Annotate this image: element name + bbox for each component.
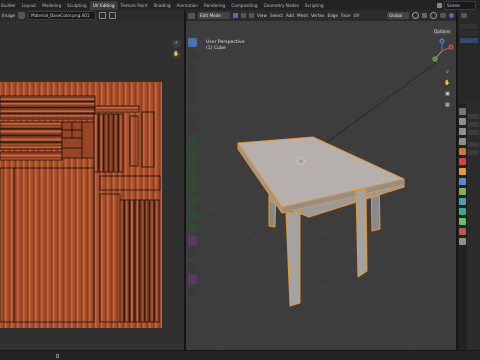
- material-props-icon[interactable]: [459, 228, 466, 235]
- tab-animation[interactable]: Animation: [174, 1, 201, 10]
- image-name-field[interactable]: Material_BaseColor.png.001: [28, 11, 97, 20]
- axis-gizmo[interactable]: Z X Y: [430, 38, 454, 64]
- tab-uv-editing[interactable]: UV Editing: [89, 0, 118, 10]
- workspace-bar: Builder Layout Modeling Sculpting UV Edi…: [0, 0, 480, 10]
- transform-orientation-dropdown[interactable]: Global: [387, 12, 409, 19]
- snap-icon[interactable]: [422, 13, 427, 18]
- pan-hand-icon[interactable]: ✋: [443, 79, 452, 88]
- scene-selector[interactable]: Scene: [444, 0, 476, 10]
- outliner: [458, 10, 480, 102]
- menu-edge[interactable]: Edge: [327, 13, 338, 18]
- outliner-row[interactable]: [460, 24, 478, 29]
- outliner-row[interactable]: [460, 31, 478, 36]
- zoom-icon[interactable]: ⌕: [172, 39, 181, 48]
- property-field[interactable]: [468, 142, 479, 147]
- menu-mesh[interactable]: Mesh: [297, 13, 308, 18]
- image-browse-icon[interactable]: [18, 12, 26, 19]
- property-field[interactable]: [468, 130, 479, 135]
- mouse-select-icon: [56, 354, 59, 358]
- pin-icon[interactable]: [99, 12, 107, 19]
- texture-props-icon[interactable]: [459, 238, 466, 245]
- editor-type-icon[interactable]: [188, 12, 195, 19]
- tab-compositing[interactable]: Compositing: [228, 1, 260, 10]
- overlay-icon[interactable]: [440, 13, 446, 18]
- tab-texture-paint[interactable]: Texture Paint: [118, 1, 151, 10]
- face-select-icon[interactable]: [249, 13, 254, 18]
- tab-layout[interactable]: Layout: [19, 1, 39, 10]
- modifier-props-icon[interactable]: [459, 178, 466, 185]
- particles-props-icon[interactable]: [459, 188, 466, 195]
- object-props-icon[interactable]: [459, 168, 466, 175]
- pan-hand-icon[interactable]: ✋: [172, 50, 181, 59]
- property-field[interactable]: [468, 150, 479, 155]
- data-props-icon[interactable]: [459, 218, 466, 225]
- mode-dropdown[interactable]: Edit Mode: [198, 12, 230, 19]
- outliner-row[interactable]: [460, 38, 478, 43]
- copy-icon[interactable]: [109, 12, 117, 19]
- menu-view[interactable]: View: [257, 13, 267, 18]
- 3d-viewport: Edit Mode View Select Add Mesh Vertex Ed…: [186, 10, 456, 350]
- menu-vertex[interactable]: Vertex: [311, 13, 324, 18]
- status-bar: [0, 350, 480, 360]
- camera-view-icon[interactable]: ▣: [443, 90, 452, 99]
- viewport-header: Edit Mode View Select Add Mesh Vertex Ed…: [186, 10, 456, 21]
- menu-face[interactable]: Face: [341, 13, 350, 18]
- viewport-scene: [186, 60, 456, 350]
- tab-scripting[interactable]: Scripting: [302, 1, 327, 10]
- uv-editor-header: Image Material_BaseColor.png.001: [0, 10, 184, 21]
- tool-props-icon[interactable]: [459, 108, 466, 115]
- tab-shading[interactable]: Shading: [151, 1, 174, 10]
- property-field[interactable]: [468, 114, 479, 119]
- tab-rendering[interactable]: Rendering: [201, 1, 228, 10]
- property-field[interactable]: [468, 122, 479, 127]
- view-layer-icon[interactable]: [459, 138, 466, 145]
- shading-solid-icon[interactable]: [449, 13, 454, 18]
- floor-grid: [186, 80, 456, 350]
- properties-editor: [458, 104, 480, 350]
- table-mesh: [237, 136, 405, 307]
- workspace-label-builder[interactable]: Builder: [0, 1, 19, 10]
- uv-texture-image: [0, 82, 162, 328]
- tab-sculpting[interactable]: Sculpting: [64, 1, 90, 10]
- menu-uv[interactable]: UV: [353, 13, 359, 18]
- world-props-icon[interactable]: [459, 158, 466, 165]
- constraints-props-icon[interactable]: [459, 208, 466, 215]
- properties-tabs: [458, 104, 467, 350]
- physics-props-icon[interactable]: [459, 198, 466, 205]
- perspective-toggle-icon[interactable]: ▦: [443, 101, 452, 110]
- pivot-icon[interactable]: [412, 12, 419, 19]
- outliner-filter-icon[interactable]: [461, 13, 467, 18]
- zoom-icon[interactable]: ⌕: [443, 68, 452, 77]
- menu-select[interactable]: Select: [270, 13, 283, 18]
- menu-add[interactable]: Add: [286, 13, 294, 18]
- edge-select-icon[interactable]: [241, 13, 246, 18]
- properties-content: [468, 108, 479, 348]
- tab-modeling[interactable]: Modeling: [39, 1, 64, 10]
- image-menu[interactable]: Image: [2, 13, 15, 18]
- tab-geometry-nodes[interactable]: Geometry Nodes: [261, 1, 302, 10]
- scene-props-icon[interactable]: [459, 148, 466, 155]
- right-panels: [458, 10, 480, 350]
- vertex-select-icon[interactable]: [233, 13, 238, 18]
- scene-icon[interactable]: [437, 2, 442, 8]
- proportional-edit-icon[interactable]: [430, 12, 437, 19]
- render-props-icon[interactable]: [459, 118, 466, 125]
- output-props-icon[interactable]: [459, 128, 466, 135]
- uv-editor: Image Material_BaseColor.png.001 ⌕ ✋: [0, 10, 184, 350]
